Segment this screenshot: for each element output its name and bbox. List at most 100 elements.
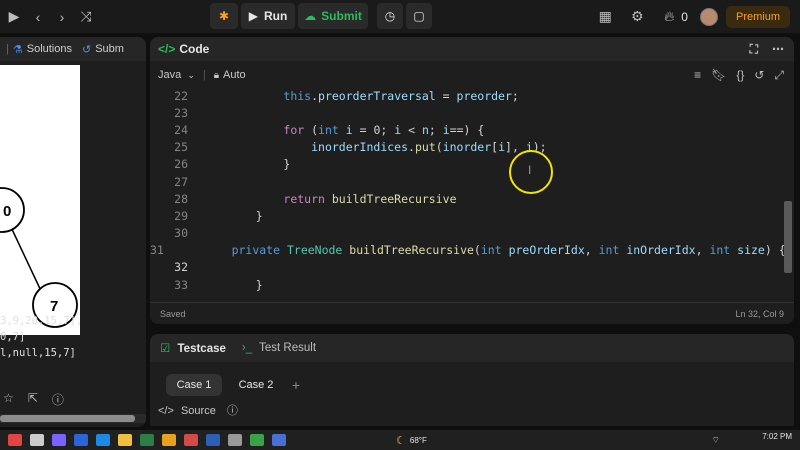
terminal-icon: ›_ <box>241 342 253 354</box>
app-icon[interactable] <box>250 434 264 446</box>
app-icon[interactable] <box>140 434 154 446</box>
case-1-tab[interactable]: Case 1 <box>166 374 222 396</box>
code-line[interactable]: 26 } <box>150 156 780 173</box>
tree-node-label: 7 <box>50 298 58 315</box>
code-token: for <box>283 122 305 137</box>
app-icon[interactable] <box>74 434 88 446</box>
lock-icon: 🔒︎ <box>213 69 220 81</box>
scrollbar-thumb[interactable] <box>0 415 135 422</box>
timer-button[interactable]: ◷ <box>377 3 403 29</box>
example-output-line: 0,7] <box>0 331 26 343</box>
code-token: inOrderIdx <box>626 243 696 258</box>
code-line[interactable]: 31 private TreeNode buildTreeRecursive(i… <box>150 242 786 259</box>
reset-icon[interactable]: ↺ <box>754 68 764 83</box>
source-label: Source <box>180 405 216 417</box>
tab-test-result-label: Test Result <box>259 342 317 354</box>
gear-icon[interactable]: ⚙ <box>625 8 649 25</box>
line-number: 32 <box>174 260 188 275</box>
format-icon[interactable]: ≡ <box>694 68 701 83</box>
code-text: } <box>188 157 290 171</box>
code-token: } <box>255 277 263 292</box>
prev-problem-icon[interactable]: ‹ <box>26 9 50 25</box>
mode-label[interactable]: Auto <box>223 69 246 81</box>
folder-icon[interactable] <box>118 434 132 446</box>
tab-testcase-label: Testcase <box>177 343 226 355</box>
bookmark-icon[interactable]: 🔖︎ <box>711 68 726 83</box>
line-number: 23 <box>174 105 188 120</box>
code-token: i <box>442 122 450 137</box>
testcase-panel: ☑ Testcase ›_ Test Result Case 1 Case 2 … <box>150 334 794 426</box>
os-taskbar: ☾ 68°F ⌔ 7:02 PM <box>0 430 800 450</box>
wifi-icon[interactable]: ⌔ <box>712 435 720 446</box>
app-icon[interactable] <box>30 434 44 446</box>
code-token: return <box>283 191 325 206</box>
text-cursor-icon: I <box>528 163 532 177</box>
app-icon[interactable] <box>96 434 110 446</box>
star-icon[interactable]: ☆ <box>3 391 14 408</box>
add-case-button[interactable]: + <box>286 374 306 396</box>
code-token: , <box>695 243 710 258</box>
clock[interactable]: 7:02 PM <box>762 432 792 441</box>
code-token: ( <box>435 140 443 155</box>
code-text: for (int i = 0; i < n; i==) { <box>188 123 484 137</box>
code-line[interactable]: 29 } <box>150 207 780 224</box>
app-icon[interactable] <box>272 434 286 446</box>
code-text: private TreeNode buildTreeRecursive(int … <box>164 243 786 257</box>
code-line[interactable]: 30 <box>150 225 780 242</box>
braces-icon[interactable]: {} <box>736 68 744 83</box>
testcase-header: ☑ Testcase ›_ Test Result <box>150 334 794 362</box>
app-icon[interactable] <box>52 434 66 446</box>
line-number: 25 <box>174 140 188 155</box>
tab-submissions[interactable]: Subm <box>95 43 124 55</box>
layout-grid-icon[interactable]: ▦ <box>593 8 617 25</box>
fullscreen-icon[interactable]: ⤢ <box>774 68 784 83</box>
code-token: int <box>318 122 339 137</box>
chrome-icon[interactable] <box>162 434 176 446</box>
source-toggle[interactable]: </> Source ⓘ <box>158 402 238 418</box>
code-line[interactable]: 25 inorderIndices.put(inorder[i], i); <box>150 139 780 156</box>
app-icon[interactable] <box>228 434 242 446</box>
avatar[interactable] <box>699 7 718 26</box>
code-lines[interactable]: 22 this.preorderTraversal = preorder; 23 2… <box>150 87 786 293</box>
tab-test-result[interactable]: ›_ Test Result <box>242 342 316 354</box>
submit-button[interactable]: ☁ Submit <box>298 3 368 29</box>
premium-button[interactable]: Premium <box>725 5 790 28</box>
app-icon[interactable] <box>184 434 198 446</box>
horizontal-scrollbar[interactable] <box>0 414 146 423</box>
vertical-scrollbar[interactable] <box>784 201 792 273</box>
run-button[interactable]: ▶ Run <box>241 3 295 29</box>
code-token: private <box>231 243 281 258</box>
share-icon[interactable]: ⇱ <box>28 391 38 408</box>
help-icon[interactable]: ⓘ <box>227 405 238 417</box>
code-line[interactable]: 23 <box>150 104 780 121</box>
help-icon[interactable]: ⓘ <box>52 391 64 408</box>
tree-edge <box>9 224 43 294</box>
more-icon[interactable]: ⋯ <box>772 42 784 57</box>
word-icon[interactable] <box>206 434 220 446</box>
notes-button[interactable]: ▢ <box>406 3 432 29</box>
shuffle-icon[interactable]: ⤨ <box>74 8 98 25</box>
app-icon[interactable] <box>8 434 22 446</box>
code-line[interactable]: 32 <box>150 259 780 276</box>
code-line[interactable]: 33 } <box>150 276 780 293</box>
line-number: 27 <box>174 174 188 189</box>
code-line[interactable]: 22 this.preorderTraversal = preorder; <box>150 87 780 104</box>
tab-testcase[interactable]: ☑ Testcase <box>160 341 226 355</box>
code-line[interactable]: 27 <box>150 173 780 190</box>
problem-list-icon[interactable]: ▶ <box>2 8 26 25</box>
next-problem-icon[interactable]: › <box>50 9 74 25</box>
chevron-down-icon: ⌄ <box>187 70 195 80</box>
maximize-icon[interactable]: ⛶ <box>750 42 758 57</box>
code-line[interactable]: 28 return buildTreeRecursive <box>150 190 780 207</box>
case-2-tab[interactable]: Case 2 <box>228 374 284 396</box>
code-token: < <box>401 122 422 137</box>
tab-solutions[interactable]: Solutions <box>27 43 72 55</box>
code-line[interactable]: 24 for (int i = 0; i < n; i==) { <box>150 121 780 138</box>
debug-button[interactable]: ✱ <box>210 3 238 29</box>
streak-fire-icon[interactable]: 🔥︎ <box>657 8 681 25</box>
language-select[interactable]: Java ⌄ <box>158 69 195 81</box>
code-brackets-icon: </> <box>158 42 176 56</box>
